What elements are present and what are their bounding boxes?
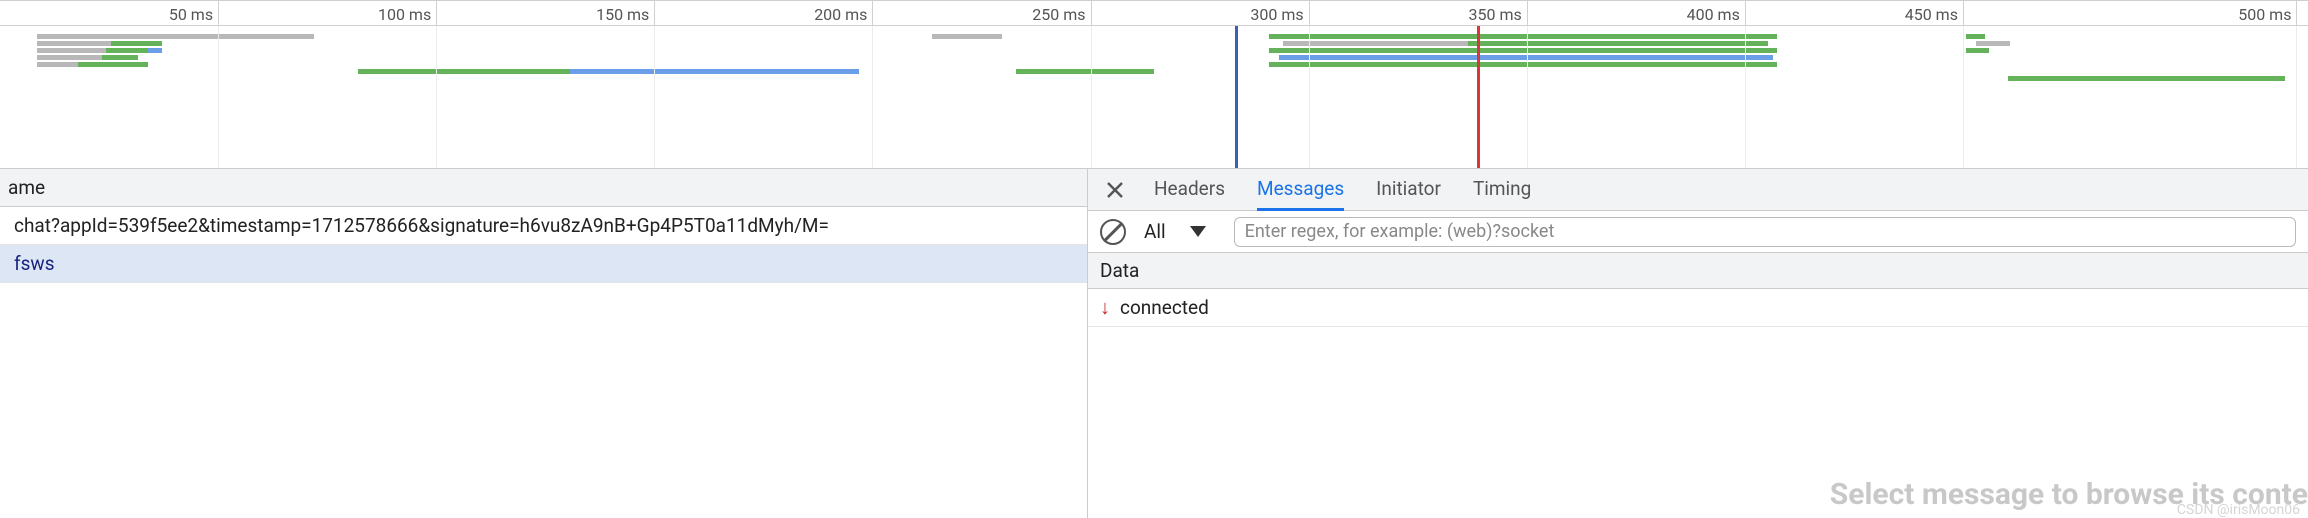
dom-content-loaded-marker: [1235, 26, 1238, 168]
timeline-tick: 350 ms: [1527, 1, 1528, 27]
watermark-text: CSDN @irisMoon06: [2177, 502, 2300, 518]
tab-messages[interactable]: Messages: [1257, 169, 1344, 211]
timeline-tick: 250 ms: [1091, 1, 1092, 27]
detail-tab-strip: Headers Messages Initiator Timing: [1088, 169, 2308, 211]
message-filter-bar: All: [1088, 211, 2308, 253]
message-row[interactable]: ↓ connected: [1088, 289, 2308, 327]
timeline-bar: [37, 34, 314, 39]
request-list-pane: ame chat?appId=539f5ee2&timestamp=171257…: [0, 169, 1088, 518]
request-row[interactable]: chat?appId=539f5ee2&timestamp=1712578666…: [0, 207, 1087, 245]
chevron-down-icon[interactable]: [1190, 226, 1206, 237]
timeline-bar: [2008, 76, 2285, 81]
filter-type-label[interactable]: All: [1144, 220, 1166, 243]
timeline-bar: [111, 41, 162, 46]
timeline-tick-label: 150 ms: [596, 5, 649, 24]
timeline-tick: 150 ms: [654, 1, 655, 27]
timeline-bar: [1016, 69, 1154, 74]
detail-pane: HeadersMessagesInitiatorTiming All Data …: [1088, 169, 2308, 518]
timeline-tick-label: 450 ms: [1905, 5, 1958, 24]
timeline-tick: 400 ms: [1745, 1, 1746, 27]
timeline-overview[interactable]: 50 ms 100 ms 150 ms 200 ms 250 ms 300 ms 350 m…: [0, 0, 2308, 169]
timeline-bar: [1468, 41, 1768, 46]
timeline-bar: [1279, 55, 1773, 60]
timeline-bar: [1966, 34, 1984, 39]
timeline-tick: 200 ms: [872, 1, 873, 27]
timeline-ruler[interactable]: 50 ms 100 ms 150 ms 200 ms 250 ms 300 ms 350 m…: [0, 0, 2308, 26]
arrow-down-icon: ↓: [1100, 295, 1110, 320]
timeline-tick-label: 100 ms: [378, 5, 431, 24]
data-column-header[interactable]: Data: [1088, 253, 2308, 289]
timeline-bar: [102, 55, 139, 60]
timeline-bar: [78, 62, 147, 67]
timeline-tick-label: 50 ms: [169, 5, 213, 24]
request-row[interactable]: fsws: [0, 245, 1087, 283]
clear-filter-icon[interactable]: [1100, 219, 1126, 245]
timeline-bar: [358, 69, 570, 74]
timeline-tick: 50 ms: [218, 1, 219, 27]
tab-timing[interactable]: Timing: [1473, 169, 1531, 210]
timeline-tick-label: 300 ms: [1250, 5, 1303, 24]
timeline-tick: 450 ms: [1963, 1, 1964, 27]
tab-headers[interactable]: Headers: [1154, 169, 1225, 210]
timeline-bar: [1269, 48, 1777, 53]
timeline-tick: 300 ms: [1309, 1, 1310, 27]
timeline-bar: [1269, 62, 1777, 67]
timeline-bar: [932, 34, 1001, 39]
timeline-bar: [1976, 41, 2011, 46]
timeline-tick: 500 ms: [2296, 1, 2297, 27]
timeline-tick-label: 350 ms: [1469, 5, 1522, 24]
load-event-marker: [1477, 26, 1480, 168]
name-column-header[interactable]: ame: [0, 169, 1087, 207]
timeline-tick-label: 400 ms: [1687, 5, 1740, 24]
timeline-tick-label: 250 ms: [1032, 5, 1085, 24]
timeline-tick-label: 200 ms: [814, 5, 867, 24]
timeline-chart: [0, 26, 2308, 168]
timeline-bar: [1966, 48, 1989, 53]
timeline-bar: [1283, 41, 1468, 46]
timeline-bar: [37, 55, 102, 60]
timeline-bar: [148, 48, 162, 53]
timeline-tick: 100 ms: [436, 1, 437, 27]
regex-filter-input[interactable]: [1234, 217, 2296, 247]
close-icon[interactable]: [1104, 179, 1126, 201]
timeline-bar: [37, 41, 111, 46]
timeline-tick-label: 500 ms: [2238, 5, 2291, 24]
tab-initiator[interactable]: Initiator: [1376, 169, 1441, 210]
message-text: connected: [1120, 296, 1209, 319]
timeline-bar: [37, 48, 106, 53]
timeline-bar: [1269, 34, 1777, 39]
timeline-bar: [570, 69, 859, 74]
timeline-bar: [106, 48, 148, 53]
